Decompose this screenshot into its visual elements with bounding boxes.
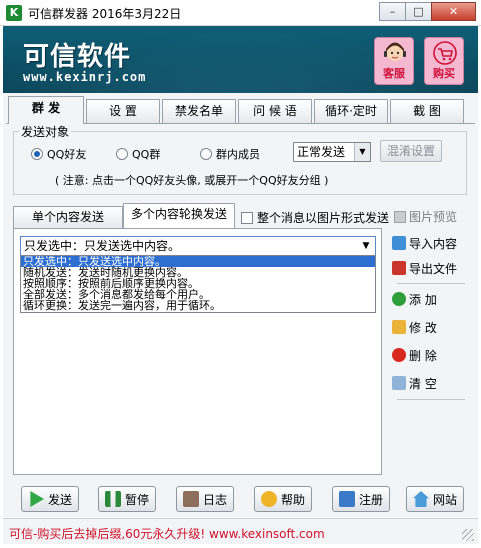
side-divider bbox=[397, 283, 465, 284]
chevron-down-icon: ▼ bbox=[362, 241, 370, 251]
minimize-button[interactable]: – bbox=[379, 2, 406, 21]
pencil-icon bbox=[392, 320, 406, 334]
radio-qq-group[interactable]: QQ群 bbox=[116, 146, 160, 162]
buy-button[interactable]: 购买 bbox=[424, 37, 464, 85]
radio-indicator bbox=[116, 148, 128, 160]
delete-x-icon bbox=[392, 348, 406, 362]
radio-qq-group-label: QQ群 bbox=[132, 148, 161, 161]
tab-screenshot[interactable]: 截 图 bbox=[390, 99, 464, 123]
send-strategy-value: 只发选中：只发送选中内容。 bbox=[24, 239, 181, 253]
subtab-multi-content[interactable]: 多个内容轮换发送 bbox=[123, 203, 235, 228]
window-title: 可信群发器 2016年3月22日 bbox=[28, 7, 182, 21]
side-divider bbox=[397, 399, 465, 400]
dropdown-option[interactable]: 随机发送：发送时随机更换内容。 bbox=[21, 267, 375, 278]
pause-icon bbox=[104, 491, 121, 507]
import-content-label: 导入内容 bbox=[409, 236, 458, 251]
website-label: 网站 bbox=[432, 492, 457, 507]
image-icon bbox=[394, 210, 406, 223]
register-label: 注册 bbox=[358, 492, 383, 507]
brand-banner: 可信软件 www.kexinrj.com 客服 购买 bbox=[3, 26, 478, 93]
tab-greetings[interactable]: 问 候 语 bbox=[238, 99, 312, 123]
resize-grip-icon[interactable] bbox=[462, 529, 474, 541]
status-message: 可信-购买后去掉后缀,60元永久升级! www.kexinsoft.com bbox=[9, 527, 325, 541]
subtab-single-content[interactable]: 单个内容发送 bbox=[13, 206, 123, 228]
status-bar: 可信-购买后去掉后缀,60元永久升级! www.kexinsoft.com bbox=[3, 518, 478, 544]
image-mode-label: 整个消息以图片形式发送 bbox=[257, 211, 390, 225]
window-frame-bottom bbox=[0, 544, 481, 548]
plus-icon bbox=[392, 292, 406, 306]
pause-label: 暂停 bbox=[124, 492, 149, 507]
send-label: 发送 bbox=[47, 492, 72, 507]
image-mode-checkbox[interactable]: 整个消息以图片形式发送 bbox=[241, 209, 389, 226]
delete-button[interactable]: 删 除 bbox=[392, 344, 437, 366]
edit-button[interactable]: 修 改 bbox=[392, 316, 437, 338]
send-strategy-combo[interactable]: 只发选中：只发送选中内容。 ▼ bbox=[20, 236, 376, 256]
log-label: 日志 bbox=[202, 492, 227, 507]
mix-settings-button[interactable]: 混淆设置 bbox=[380, 140, 442, 162]
add-label: 添 加 bbox=[409, 292, 437, 307]
checkbox-box bbox=[241, 211, 253, 224]
tab-loop-timer[interactable]: 循环·定时 bbox=[314, 99, 388, 123]
send-strategy-dropdown: 只发选中：只发送选中内容。 随机发送：发送时随机更换内容。 按照顺序：按照前后顺… bbox=[20, 255, 376, 313]
customer-service-button[interactable]: 客服 bbox=[374, 37, 414, 85]
chevron-down-icon: ▼ bbox=[354, 143, 370, 161]
website-button[interactable]: 网站 bbox=[406, 486, 464, 512]
export-icon bbox=[392, 261, 406, 275]
help-label: 帮助 bbox=[280, 492, 305, 507]
send-button[interactable]: 发送 bbox=[21, 486, 79, 512]
trash-icon bbox=[392, 376, 406, 390]
edit-label: 修 改 bbox=[409, 320, 437, 335]
clear-button[interactable]: 清 空 bbox=[392, 372, 437, 394]
customer-service-label: 客服 bbox=[383, 67, 405, 80]
radio-qq-friend-label: QQ好友 bbox=[47, 148, 87, 161]
radio-qq-friend[interactable]: QQ好友 bbox=[31, 146, 86, 162]
send-mode-value: 正常发送 bbox=[297, 145, 346, 159]
log-book-icon bbox=[182, 491, 199, 507]
image-preview-label: 图片预览 bbox=[409, 210, 458, 224]
tab-blocklist[interactable]: 禁发名单 bbox=[162, 99, 236, 123]
send-mode-select[interactable]: 正常发送 ▼ bbox=[293, 142, 371, 162]
register-button[interactable]: 注册 bbox=[332, 486, 390, 512]
hint-note: ( 注意: 点击一个QQ好友头像, 或展开一个QQ好友分组 ) bbox=[55, 174, 329, 187]
image-preview-button[interactable]: 图片预览 bbox=[394, 208, 457, 225]
radio-indicator bbox=[200, 148, 212, 160]
log-button[interactable]: 日志 bbox=[176, 486, 234, 512]
brand-title: 可信软件 bbox=[23, 42, 132, 72]
headset-girl-icon bbox=[384, 42, 406, 61]
export-file-button[interactable]: 导出文件 bbox=[392, 257, 457, 279]
dropdown-option[interactable]: 按照顺序：按照前后顺序更换内容。 bbox=[21, 278, 375, 289]
clear-label: 清 空 bbox=[409, 376, 437, 391]
add-button[interactable]: 添 加 bbox=[392, 288, 437, 310]
tab-settings[interactable]: 设 置 bbox=[86, 99, 160, 123]
home-icon bbox=[412, 491, 429, 507]
buy-label: 购买 bbox=[433, 67, 455, 80]
dropdown-option[interactable]: 全部发送：多个消息都发给每个用户。 bbox=[21, 289, 375, 300]
play-icon bbox=[30, 491, 44, 507]
maximize-button[interactable]: □ bbox=[405, 2, 432, 21]
brand-url: www.kexinrj.com bbox=[23, 70, 147, 84]
dropdown-option[interactable]: 循环更换：发送完一遍内容，用于循环。 bbox=[21, 300, 375, 311]
export-file-label: 导出文件 bbox=[409, 261, 458, 276]
radio-group-members-label: 群内成员 bbox=[216, 148, 260, 161]
delete-label: 删 除 bbox=[409, 348, 437, 363]
title-bar: K 可信群发器 2016年3月22日 – □ ✕ bbox=[0, 0, 481, 26]
dropdown-option[interactable]: 只发选中：只发送选中内容。 bbox=[21, 256, 375, 267]
radio-group-members[interactable]: 群内成员 bbox=[200, 146, 260, 162]
main-panel: 群 发 设 置 禁发名单 问 候 语 循环·定时 截 图 发送对象 QQ好友 Q… bbox=[3, 93, 478, 517]
help-button[interactable]: 帮助 bbox=[254, 486, 312, 512]
import-content-button[interactable]: 导入内容 bbox=[392, 232, 457, 254]
help-icon bbox=[260, 491, 277, 507]
content-panel: 只发选中：只发送选中内容。 ▼ 只发选中：只发送选中内容。 随机发送：发送时随机… bbox=[13, 228, 382, 475]
app-icon: K bbox=[6, 5, 22, 21]
close-button[interactable]: ✕ bbox=[431, 2, 476, 21]
shopping-cart-icon bbox=[433, 41, 457, 65]
pause-button[interactable]: 暂停 bbox=[98, 486, 156, 512]
radio-checked-indicator bbox=[31, 148, 43, 160]
window-controls: – □ ✕ bbox=[379, 2, 476, 21]
import-icon bbox=[392, 236, 406, 250]
send-target-legend: 发送对象 bbox=[19, 123, 72, 140]
user-register-icon bbox=[338, 491, 355, 507]
tab-send[interactable]: 群 发 bbox=[8, 96, 84, 124]
